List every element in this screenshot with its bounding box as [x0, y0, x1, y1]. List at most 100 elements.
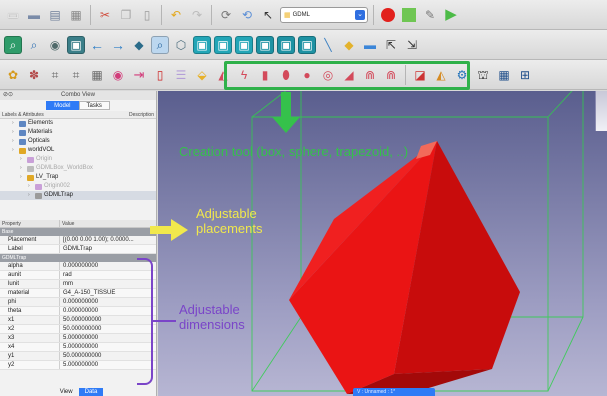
property-key: alpha	[0, 262, 60, 270]
property-row[interactable]: x2 50.000000000	[0, 325, 156, 334]
tree-item[interactable]: › Materials	[0, 128, 156, 137]
open-folder-icon[interactable]: ▬	[25, 6, 43, 24]
gdml-bbox-icon[interactable]: ⌗	[46, 66, 64, 84]
link-make-icon[interactable]: ⇱	[382, 36, 400, 54]
scanner-icon[interactable]: ⛫	[474, 66, 492, 84]
property-row[interactable]: phi 0.000000000	[0, 298, 156, 307]
tree-expander-icon[interactable]: ›	[12, 119, 19, 128]
stereo-icon[interactable]: ▣	[67, 35, 85, 54]
part-icon[interactable]: ◆	[340, 36, 358, 54]
tree-item[interactable]: › LV_Trap	[0, 173, 156, 182]
left-view-icon[interactable]: ▣	[298, 35, 316, 54]
property-row[interactable]: y1 50.000000000	[0, 352, 156, 361]
whats-this-icon[interactable]: ↖	[259, 6, 277, 24]
right-view-icon[interactable]: ▣	[235, 35, 253, 54]
tab-tasks[interactable]: Tasks	[78, 101, 110, 110]
tree-item-label: Origin002	[44, 183, 71, 189]
top-view-icon[interactable]: ▣	[214, 35, 232, 54]
3d-viewport[interactable]: V : Unnamed : 1*	[158, 91, 607, 396]
property-row[interactable]: x1 50.000000000	[0, 316, 156, 325]
back-arrow-icon[interactable]: ←	[88, 36, 106, 54]
property-row[interactable]: theta 0.000000000	[0, 307, 156, 316]
measure-distance-icon[interactable]: ╲	[319, 36, 337, 54]
window-controls-icon[interactable]: ⊘⊙	[3, 91, 13, 100]
undo-icon[interactable]: ↶	[167, 6, 185, 24]
bottom-view-icon[interactable]: ▣	[277, 35, 295, 54]
tree-expander-icon[interactable]: ›	[12, 128, 19, 137]
property-row[interactable]: x4 5.000000000	[0, 343, 156, 352]
property-row[interactable]: Placement [(0.00 0.00 1.00); 0.0000...	[0, 236, 156, 245]
print-icon[interactable]: ▦	[67, 6, 85, 24]
box-icon[interactable]: ⬙	[193, 66, 211, 84]
draw-style-icon[interactable]: ◉	[46, 36, 64, 54]
copy-icon[interactable]: ❐	[117, 6, 135, 24]
macro-editor-icon[interactable]: ✎	[421, 6, 439, 24]
tab-view[interactable]: View	[54, 388, 79, 396]
gdml-list-icon[interactable]: ☰	[172, 66, 190, 84]
property-row[interactable]: aunit rad	[0, 271, 156, 280]
gdml-expand-icon[interactable]: ◉	[109, 66, 127, 84]
tree-expander-icon[interactable]: ›	[20, 164, 27, 173]
isometric-view-icon[interactable]: ⬡	[172, 36, 190, 54]
paste-icon[interactable]: ▯	[138, 6, 156, 24]
gdml-tessellate-icon[interactable]: ⌗	[67, 66, 85, 84]
workbench-selector[interactable]: ▦ GDML ⌄	[280, 6, 368, 23]
base-properties: Placement [(0.00 0.00 1.00); 0.0000... Lab…	[0, 236, 156, 254]
box-zoom-icon[interactable]: ⌕	[151, 35, 169, 54]
tree-item[interactable]: › Origin	[0, 155, 156, 164]
group-folder-icon[interactable]: ▬	[361, 36, 379, 54]
property-value[interactable]: GDMLTrap	[60, 245, 156, 253]
gdml-part-icon[interactable]: ▯	[151, 66, 169, 84]
property-row[interactable]: alpha 0.000000000	[0, 262, 156, 271]
gdml-setup-icon[interactable]: ✿	[4, 66, 22, 84]
tree-expander-icon[interactable]: ›	[12, 137, 19, 146]
refresh-icon[interactable]: ⟳	[217, 6, 235, 24]
forward-arrow-icon[interactable]: →	[109, 36, 127, 54]
tree-item[interactable]: › worldVOL	[0, 146, 156, 155]
gdml-arrow-icon[interactable]: ⇥	[130, 66, 148, 84]
grid-icon[interactable]: ▦	[495, 66, 513, 84]
document-tab[interactable]: V : Unnamed : 1*	[353, 388, 435, 396]
tree-item[interactable]: › Elements	[0, 119, 156, 128]
tree-expander-icon[interactable]: ›	[20, 155, 27, 164]
property-row[interactable]: lunit mm	[0, 280, 156, 289]
property-row[interactable]: x3 5.000000000	[0, 334, 156, 343]
property-row[interactable]: y2 5.000000000	[0, 361, 156, 370]
arrange-icon[interactable]: ⊞	[516, 66, 534, 84]
tree-item[interactable]: › Origin002	[0, 182, 156, 191]
new-document-icon[interactable]: ▭	[4, 6, 22, 24]
gdml-mesh-icon[interactable]: ▦	[88, 66, 106, 84]
tree-item-icon	[27, 156, 34, 163]
tree-item-label: LV_Trap	[36, 174, 59, 180]
tree-item[interactable]: › GDMLBox_WorldBox	[0, 164, 156, 173]
cut-icon[interactable]: ✂	[96, 6, 114, 24]
fit-selection-icon[interactable]: ⌕	[25, 36, 43, 54]
stop-macro-icon[interactable]	[400, 6, 418, 24]
tree-item[interactable]: › Opticals	[0, 137, 156, 146]
tab-model[interactable]: Model	[46, 101, 79, 110]
front-view-icon[interactable]: ▣	[193, 35, 211, 54]
navigation-cube[interactable]	[595, 91, 607, 131]
tree-expander-icon[interactable]: ›	[20, 173, 27, 182]
property-value[interactable]: [(0.00 0.00 1.00); 0.0000...	[60, 236, 156, 244]
sync-view-icon[interactable]: ◆	[130, 36, 148, 54]
redo-icon[interactable]: ↷	[188, 6, 206, 24]
tree-expander-icon[interactable]: ›	[28, 182, 35, 191]
tree-expander-icon[interactable]: ›	[28, 191, 35, 200]
tree-item[interactable]: › GDMLTrap	[0, 191, 156, 200]
gdml-cycle-icon[interactable]: ✽	[25, 66, 43, 84]
property-row[interactable]: Label GDMLTrap	[0, 245, 156, 254]
rear-view-icon[interactable]: ▣	[256, 35, 274, 54]
recompute-icon[interactable]: ⟲	[238, 6, 256, 24]
record-macro-icon[interactable]	[379, 6, 397, 24]
fit-all-icon[interactable]: ⌕	[4, 35, 22, 54]
run-macro-icon[interactable]: ▶	[442, 6, 460, 24]
property-key: material	[0, 289, 60, 297]
tab-data[interactable]: Data	[78, 388, 104, 396]
save-icon[interactable]: ▤	[46, 6, 64, 24]
toolbar-separator	[161, 4, 162, 25]
property-row[interactable]: material G4_A-150_TISSUE	[0, 289, 156, 298]
tree-expander-icon[interactable]: ›	[12, 146, 19, 155]
property-key: x4	[0, 343, 60, 351]
link-actions-icon[interactable]: ⇲	[403, 36, 421, 54]
